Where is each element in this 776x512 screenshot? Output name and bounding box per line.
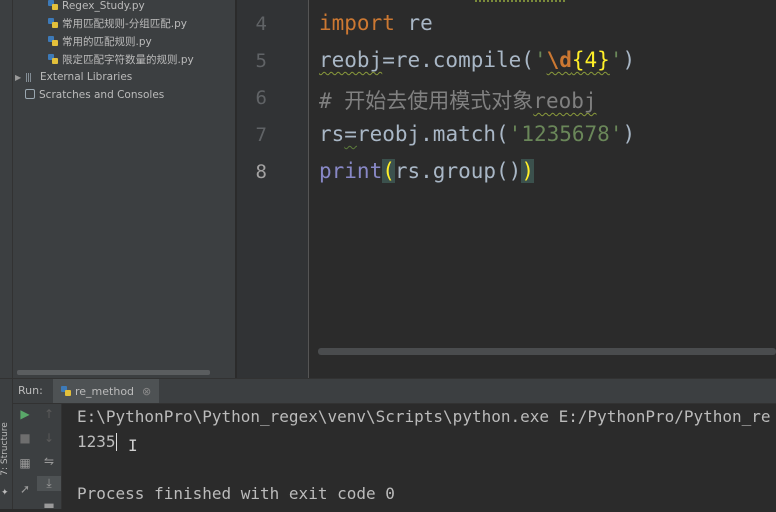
project-tree-panel: Regex_Study.py 常用匹配规则-分组匹配.py 常用的匹配规则.py…	[13, 0, 235, 378]
python-file-icon	[48, 36, 58, 46]
tree-file-limit-count[interactable]: 限定匹配字符数量的规则.py	[48, 52, 194, 68]
python-file-icon	[48, 0, 58, 10]
run-panel-header: Run: re_method ⊗	[13, 379, 776, 404]
mouse-ibeam-cursor: I	[128, 436, 138, 455]
code-line-6: # 开始去使用模式对象reobj	[319, 89, 597, 113]
text-caret	[116, 433, 117, 451]
line-number: 5	[255, 50, 267, 72]
code-line-5: reobj=re.compile('\d{4}')	[319, 48, 636, 72]
line-number: 6	[255, 87, 267, 109]
pin-icon[interactable]: ✦	[1, 488, 9, 498]
tree-file-regex-study[interactable]: Regex_Study.py	[48, 0, 145, 14]
code-editor[interactable]: import re reobj=re.compile('\d{4}') # 开始…	[309, 0, 776, 378]
print-icon[interactable]: ▬	[37, 498, 61, 512]
tree-horizontal-scrollbar[interactable]	[17, 370, 210, 375]
pin-tab-icon[interactable]: ➚	[13, 482, 37, 496]
python-file-icon	[61, 386, 71, 396]
scratch-icon	[25, 89, 35, 99]
layout-icon[interactable]: ▦	[13, 456, 37, 470]
arrow-up-icon[interactable]: ↑	[37, 407, 61, 421]
matching-bracket-open: (	[382, 159, 395, 183]
tree-file-group-match[interactable]: 常用匹配规则-分组匹配.py	[48, 16, 187, 32]
chevron-right-icon[interactable]: ▶	[15, 70, 25, 86]
close-icon[interactable]: ⊗	[142, 385, 151, 398]
structure-tab-label: 7: Structure	[0, 422, 10, 476]
console-output[interactable]: E:\PythonPro\Python_regex\venv\Scripts\p…	[62, 404, 776, 509]
run-tab-re-method[interactable]: re_method ⊗	[53, 379, 160, 403]
run-tab-label: re_method	[75, 384, 135, 398]
console-exit-line: Process finished with exit code 0	[77, 484, 395, 503]
code-line-7: rs=reobj.match('1235678')	[319, 122, 636, 146]
code-line-8: print(rs.group())	[319, 159, 534, 183]
warning-squiggle	[475, 0, 565, 6]
matching-bracket-close: )	[521, 159, 534, 183]
editor-gutter: 4 5 6 7 8	[236, 0, 310, 378]
python-file-icon	[48, 54, 58, 64]
tree-file-common-rules[interactable]: 常用的匹配规则.py	[48, 34, 152, 50]
library-icon: |||	[25, 73, 32, 83]
rerun-icon[interactable]: ▶	[13, 407, 37, 421]
tree-scratches-consoles[interactable]: Scratches and Consoles	[25, 87, 164, 103]
run-label: Run:	[18, 384, 43, 397]
tree-external-libraries[interactable]: ▶ ||| External Libraries	[15, 69, 132, 85]
current-line-number: 8	[255, 161, 267, 183]
console-result-line: 1235	[77, 432, 116, 451]
run-toolbar-secondary: ↑ ↓ ⇋ ⤓ ▬	[37, 404, 62, 512]
python-file-icon	[48, 18, 58, 28]
scroll-to-end-icon[interactable]: ⤓	[37, 476, 61, 491]
line-number: 7	[255, 124, 267, 146]
arrow-down-icon[interactable]: ↓	[37, 431, 61, 445]
console-command-line: E:\PythonPro\Python_regex\venv\Scripts\p…	[77, 407, 771, 426]
editor-horizontal-scrollbar[interactable]	[318, 348, 776, 355]
soft-wrap-icon[interactable]: ⇋	[37, 454, 61, 468]
line-number: 4	[255, 13, 267, 35]
stop-icon[interactable]: ■	[13, 431, 37, 445]
structure-tool-tab[interactable]: 7: Structure	[0, 420, 12, 480]
run-toolbar-primary: ▶ ■ ▦ ➚	[13, 404, 37, 509]
code-line-4: import re	[319, 11, 433, 35]
